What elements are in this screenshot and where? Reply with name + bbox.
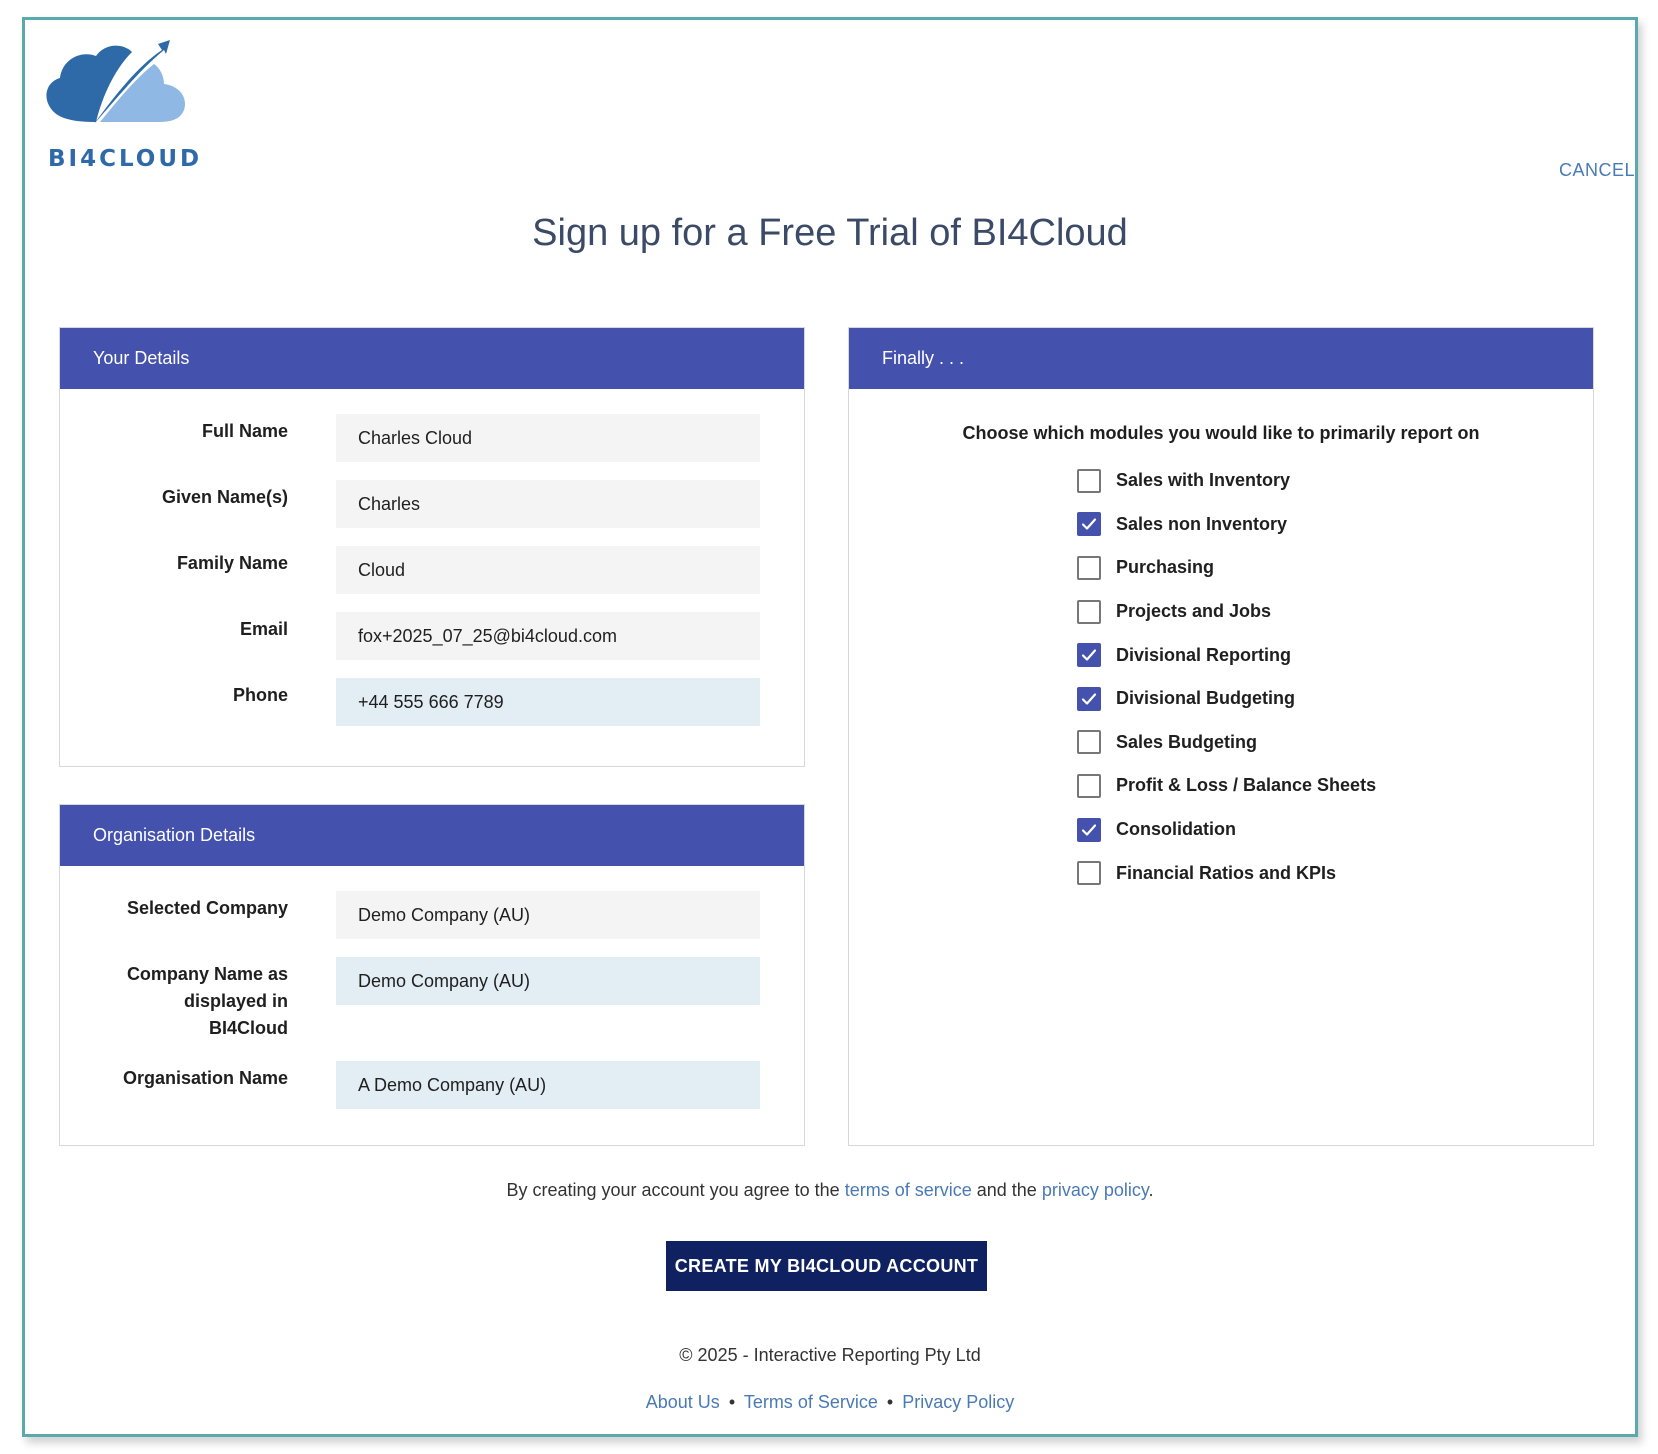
- given-name-input[interactable]: [336, 480, 760, 528]
- checkmark-icon: [1081, 518, 1097, 530]
- company-display-name-label-line: Company Name as: [126, 964, 288, 984]
- checkbox-unchecked[interactable]: [1077, 861, 1101, 886]
- agreement-suffix: .: [1148, 1180, 1154, 1200]
- module-list: Sales with Inventory Sales non Inventory P…: [1077, 459, 1376, 895]
- module-label: Financial Ratios and KPIs: [1116, 862, 1337, 883]
- module-option[interactable]: Divisional Reporting: [1077, 633, 1376, 677]
- your-details-heading: Your Details: [60, 328, 804, 389]
- cancel-link[interactable]: CANCEL: [1559, 160, 1635, 181]
- phone-field[interactable]: [336, 678, 760, 726]
- module-option[interactable]: Sales Budgeting: [1077, 721, 1376, 765]
- module-label: Sales non Inventory: [1116, 513, 1288, 534]
- page-title: Sign up for a Free Trial of BI4Cloud: [532, 212, 1128, 254]
- module-label: Sales with Inventory: [1116, 470, 1291, 491]
- organisation-name-label: Organisation Name: [122, 1068, 288, 1088]
- company-display-name-input[interactable]: [336, 957, 760, 1005]
- module-label: Sales Budgeting: [1116, 731, 1258, 752]
- footer-about-us-link[interactable]: About Us: [646, 1392, 720, 1412]
- checkbox-unchecked[interactable]: [1077, 599, 1101, 624]
- footer-separator: •: [728, 1392, 736, 1412]
- organisation-details-panel: Organisation Details Selected Company Co…: [59, 804, 805, 1146]
- checkbox-unchecked[interactable]: [1077, 730, 1101, 755]
- organisation-name-input[interactable]: [336, 1061, 760, 1109]
- email-label: Email: [239, 619, 288, 639]
- terms-of-service-link[interactable]: terms of service: [845, 1180, 972, 1200]
- checkmark-icon: [1081, 649, 1097, 661]
- checkbox-unchecked[interactable]: [1077, 555, 1101, 580]
- logo-wordmark: BI4CLOUD: [48, 146, 203, 172]
- privacy-policy-link[interactable]: privacy policy: [1042, 1180, 1149, 1200]
- create-account-button[interactable]: CREATE MY BI4CLOUD ACCOUNT: [666, 1241, 987, 1291]
- module-label: Profit & Loss / Balance Sheets: [1116, 775, 1377, 796]
- checkbox-unchecked[interactable]: [1077, 468, 1101, 493]
- checkbox-unchecked[interactable]: [1077, 773, 1101, 798]
- checkmark-icon: [1081, 823, 1097, 836]
- agreement-prefix: By creating your account you agree to th…: [506, 1180, 840, 1200]
- finally-heading: Finally . . .: [849, 328, 1593, 389]
- module-label: Projects and Jobs: [1116, 601, 1272, 622]
- module-option[interactable]: Projects and Jobs: [1077, 590, 1376, 634]
- full-name-input[interactable]: [336, 414, 760, 462]
- module-option[interactable]: Consolidation: [1077, 808, 1376, 852]
- finally-panel: Finally . . . Choose which modules you w…: [848, 327, 1594, 1146]
- checkbox-checked[interactable]: [1077, 512, 1101, 537]
- module-label: Consolidation: [1116, 819, 1236, 840]
- module-option[interactable]: Profit & Loss / Balance Sheets: [1077, 764, 1376, 808]
- full-name-label: Full Name: [201, 421, 288, 441]
- selected-company-input[interactable]: [336, 891, 760, 939]
- module-label: Divisional Reporting: [1116, 644, 1292, 665]
- module-option[interactable]: Sales non Inventory: [1077, 503, 1376, 547]
- footer-privacy-link[interactable]: Privacy Policy: [902, 1392, 1014, 1412]
- footer-terms-link[interactable]: Terms of Service: [744, 1392, 878, 1412]
- agreement-middle: and the: [976, 1180, 1037, 1200]
- given-name-label: Given Name(s): [161, 487, 288, 507]
- checkbox-checked[interactable]: [1077, 817, 1101, 842]
- checkbox-checked[interactable]: [1077, 686, 1101, 711]
- module-option[interactable]: Divisional Budgeting: [1077, 677, 1376, 721]
- footer-links: About Us • Terms of Service • Privacy Po…: [25, 1392, 1635, 1413]
- modules-prompt: Choose which modules you would like to p…: [962, 423, 1480, 443]
- page-frame: BI4CLOUD CANCEL Sign up for a Free Trial…: [22, 17, 1638, 1437]
- bi4cloud-logo[interactable]: BI4CLOUD: [38, 30, 199, 180]
- company-display-name-label-line: BI4Cloud: [209, 1018, 288, 1038]
- checkbox-checked[interactable]: [1077, 643, 1101, 668]
- selected-company-label: Selected Company: [126, 898, 288, 918]
- cloud-logo-icon: [46, 40, 186, 124]
- module-label: Divisional Budgeting: [1116, 688, 1296, 709]
- your-details-panel: Your Details Full Name Given Name(s) Fam…: [59, 327, 805, 767]
- email-field[interactable]: [336, 612, 760, 660]
- copyright-text: © 2025 - Interactive Reporting Pty Ltd: [679, 1345, 981, 1365]
- module-option[interactable]: Purchasing: [1077, 546, 1376, 590]
- company-display-name-label: Company Name as displayed in BI4Cloud: [60, 961, 288, 1042]
- phone-label: Phone: [232, 685, 288, 705]
- agreement-text: By creating your account you agree to th…: [25, 1180, 1635, 1201]
- family-name-label: Family Name: [176, 553, 288, 573]
- checkmark-icon: [1081, 693, 1097, 705]
- module-label: Purchasing: [1116, 557, 1215, 578]
- organisation-details-heading: Organisation Details: [60, 805, 804, 866]
- module-option[interactable]: Sales with Inventory: [1077, 459, 1376, 503]
- module-option[interactable]: Financial Ratios and KPIs: [1077, 851, 1376, 895]
- company-display-name-label-line: displayed in: [183, 991, 288, 1011]
- footer-separator: •: [886, 1392, 894, 1412]
- family-name-input[interactable]: [336, 546, 760, 594]
